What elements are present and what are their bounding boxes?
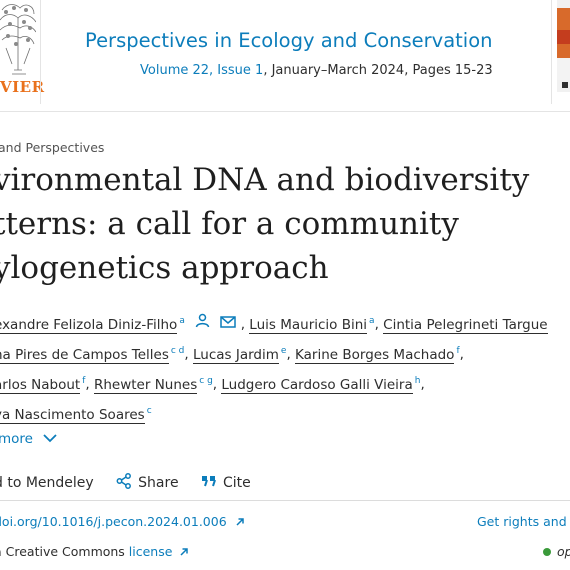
affiliation-sup[interactable]: a	[179, 316, 185, 326]
author-link[interactable]: Lucas Jardim	[193, 346, 279, 364]
open-access-label: op	[557, 544, 570, 559]
header-divider-right	[551, 0, 552, 104]
cite-button[interactable]: Cite	[201, 475, 251, 491]
issue-info: Volume 22, Issue 1, January–March 2024, …	[140, 63, 493, 78]
author-line: na Pires de Campos Telles c d, Lucas Jard…	[0, 338, 548, 368]
elsevier-tree-icon	[0, 4, 36, 75]
doi-divider	[0, 500, 570, 501]
author-link[interactable]: Cintia Pelegrineti Targue	[383, 316, 548, 334]
title-line: ylogenetics approach	[0, 250, 329, 286]
add-to-mendeley-button[interactable]: d to Mendeley	[0, 475, 94, 491]
author-link[interactable]: na Pires de Campos Telles	[0, 346, 169, 364]
quote-icon	[201, 475, 217, 491]
mendeley-label: d to Mendeley	[0, 475, 94, 491]
license-link[interactable]: license	[129, 544, 190, 559]
author-link[interactable]: Karine Borges Machado	[295, 346, 455, 364]
affiliation-sup[interactable]: f	[82, 376, 85, 386]
journal-cover-thumbnail[interactable]	[557, 0, 570, 92]
affiliation-sup[interactable]: f	[456, 346, 459, 356]
external-link-icon	[235, 515, 245, 530]
affiliation-sup[interactable]: e	[281, 346, 287, 356]
author-link[interactable]: arlos Nabout	[0, 376, 81, 394]
license-link-text: license	[128, 544, 173, 559]
article-type: and Perspectives	[0, 140, 105, 155]
license-info: a Creative Commons license	[0, 544, 189, 560]
affiliation-sup[interactable]: c	[147, 406, 152, 416]
show-more-label: more	[0, 431, 33, 447]
author-link[interactable]: Rhewter Nunes	[93, 376, 198, 394]
cite-label: Cite	[223, 475, 251, 491]
open-access-dot-icon	[543, 548, 551, 556]
header-bottom-rule	[0, 111, 570, 112]
affiliation-sup[interactable]: a	[369, 316, 375, 326]
external-link-icon	[179, 545, 189, 560]
author-line: arlos Nabout f, Rhewter Nunes c g, Ludgero…	[0, 368, 548, 398]
doi-link[interactable]: doi.org/10.1016/j.pecon.2024.01.006	[0, 514, 245, 530]
share-label: Share	[138, 475, 179, 491]
author-list: exandre Felizola Diniz-Filho a , Luis Mau…	[0, 308, 548, 428]
chevron-down-icon	[43, 431, 57, 447]
affiliation-sup[interactable]: c g	[199, 376, 213, 386]
author-link[interactable]: Luis Mauricio Bini	[249, 316, 368, 334]
share-button[interactable]: Share	[116, 473, 179, 493]
journal-title[interactable]: Perspectives in Ecology and Conservation	[85, 29, 493, 52]
doi-text: doi.org/10.1016/j.pecon.2024.01.006	[0, 514, 227, 529]
get-rights-link[interactable]: Get rights and c	[477, 514, 570, 529]
article-title: vironmental DNA and biodiversity tterns:…	[0, 158, 529, 290]
show-more-button[interactable]: more	[0, 431, 57, 447]
license-prefix: a Creative Commons	[0, 544, 129, 559]
publisher-wordmark: VIER	[0, 78, 45, 96]
title-line: vironmental DNA and biodiversity	[0, 162, 530, 198]
author-link[interactable]: Ludgero Cardoso Galli Vieira	[221, 376, 413, 394]
issue-link[interactable]: Volume 22, Issue 1	[140, 63, 263, 78]
author-line: exandre Felizola Diniz-Filho a , Luis Mau…	[0, 308, 548, 338]
email-icon[interactable]	[220, 311, 237, 338]
author-line: ya Nascimento Soares c	[0, 398, 548, 428]
cover-image-icon	[557, 0, 570, 92]
affiliation-sup[interactable]: h	[415, 376, 421, 386]
person-icon[interactable]	[195, 311, 210, 338]
title-line: tterns: a call for a community	[0, 206, 459, 242]
author-link[interactable]: ya Nascimento Soares	[0, 406, 145, 424]
header-divider-left	[40, 0, 41, 104]
issue-dates-pages: , January–March 2024, Pages 15-23	[263, 63, 493, 78]
article-actions: d to Mendeley Share Cite	[0, 473, 269, 493]
author-link[interactable]: exandre Felizola Diniz-Filho	[0, 316, 178, 334]
affiliation-sup[interactable]: c d	[171, 346, 185, 356]
share-icon	[116, 473, 132, 493]
